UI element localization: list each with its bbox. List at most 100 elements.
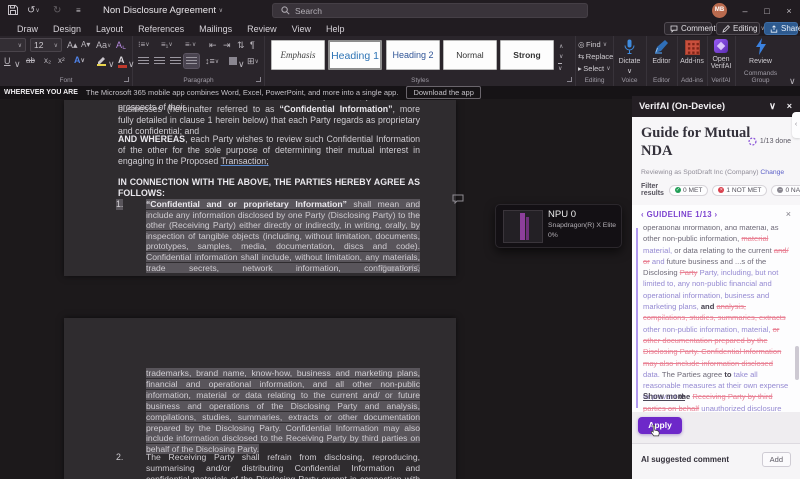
change-link[interactable]: Change [760,169,784,176]
verifai-panel-header: VerifAI (On-Device) ∨ × [632,96,800,117]
sort-icon[interactable]: ⇅ [237,40,245,50]
minimize-button[interactable]: – [734,0,756,22]
npu-monitor-flyout: NPU 0 Snapdragon(R) X Elite 0% [495,204,622,248]
redo-icon[interactable]: ↻ [53,0,61,22]
guideline-next-icon[interactable]: › [712,210,718,219]
tab-view[interactable]: View [292,22,311,36]
replace-button[interactable]: ⇆ Replace [578,52,613,62]
doc-list-item-2: The Receiving Party shall refrain from d… [146,452,420,479]
styles-gallery-down-icon[interactable]: ∨ [559,52,563,62]
ribbon-group-font: ∨ 12∨ A▴ A▾ Aa∨ A⌞ U ∨ ab x₂ x² A∨ ∨ A ∨… [0,36,133,86]
style-heading1[interactable]: Heading 1 [328,40,382,70]
font-size-combo[interactable]: 12∨ [30,38,62,52]
share-button[interactable]: Share [764,22,798,35]
increase-indent-icon[interactable]: ⇥ [223,40,231,50]
margin-comment-icon[interactable] [452,194,464,204]
add-comment-button[interactable]: Add [762,452,791,467]
share-icon [770,25,778,33]
superscript-icon[interactable]: x² [58,56,65,66]
clear-formatting-icon[interactable]: A⌞ [116,40,126,50]
close-button[interactable]: × [778,0,800,22]
ai-comment-footer: AI suggested comment Add [632,443,800,479]
comments-button[interactable]: Comments [664,22,712,35]
doc-paragraph-3: IN CONNECTION WITH THE ABOVE, THE PARTIE… [118,177,420,199]
ribbon-group-styles: Emphasis Heading 1 Heading 2 Normal Stro… [265,36,576,86]
borders-icon[interactable]: ⊞∨ [247,56,259,67]
font-name-combo[interactable]: ∨ [0,38,26,52]
tab-mailings[interactable]: Mailings [199,22,232,36]
justify-icon[interactable] [184,54,199,68]
guide-progress: 1/13 done [748,137,791,146]
tab-draw[interactable]: Draw [17,22,38,36]
addins-icon[interactable] [685,40,700,55]
numbering-icon[interactable]: ≡₁∨ [161,40,173,50]
bullets-icon[interactable]: ⁝≡∨ [138,40,150,50]
underline-chevron-icon[interactable]: ∨ [14,59,21,69]
ribbon-group-verifai: Open VerifAI VerifAI [707,36,736,86]
text-effects-icon[interactable]: A∨ [74,55,85,66]
filter-na[interactable]: –0 NA [771,185,800,196]
paragraph-dialog-launcher[interactable] [256,77,261,82]
strikethrough-icon[interactable]: ab [26,56,35,66]
filter-met[interactable]: ✓0 MET [669,185,708,196]
align-center-icon[interactable] [154,57,165,65]
panel-scrollbar[interactable] [795,346,799,380]
tab-review[interactable]: Review [247,22,277,36]
save-icon[interactable] [7,4,19,16]
line-spacing-icon[interactable]: ↕≡∨ [205,56,219,67]
styles-dialog-launcher[interactable] [567,77,572,82]
underline-icon[interactable]: U [4,56,11,66]
pilcrow-icon[interactable]: ¶ [250,40,255,50]
document-title[interactable]: Non Disclosure Agreement ∨ [103,0,223,22]
page-1[interactable]: such other business assets, internal doc… [64,100,456,276]
decrease-indent-icon[interactable]: ⇤ [209,40,217,50]
find-button[interactable]: ◎ Find ∨ [578,40,607,50]
editing-mode-button[interactable]: Editing∨ [716,22,760,35]
editor-icon[interactable] [654,39,669,54]
tab-layout[interactable]: Layout [96,22,123,36]
panel-side-collapse-tab[interactable]: ‹ [792,112,800,138]
page-2[interactable]: trademarks, brand name, know-how, busine… [64,318,456,479]
undo-icon[interactable]: ↺∨ [27,0,40,22]
shading-icon[interactable] [229,57,237,65]
styles-gallery-up-icon[interactable]: ∧ [559,42,563,52]
ai-comment-label: AI suggested comment [641,455,729,464]
filter-not-met[interactable]: ×1 NOT MET [712,185,767,196]
met-check-icon: ✓ [675,187,681,193]
guideline-diff-text: operational information, and material, a… [643,226,790,412]
styles-gallery-more-icon[interactable]: ∨ [558,63,562,74]
customize-quick-access-icon[interactable]: ≡ [76,0,81,22]
align-left-icon[interactable] [138,57,149,65]
shrink-font-icon[interactable]: A▾ [81,40,90,50]
subscript-icon[interactable]: x₂ [44,56,51,66]
align-right-icon[interactable] [170,57,181,65]
multilevel-list-icon[interactable]: ≡∙∨ [185,40,196,50]
show-more-link[interactable]: Show more [643,392,685,401]
style-emphasis[interactable]: Emphasis [271,40,325,70]
select-button[interactable]: ▸ Select ∨ [578,64,611,74]
collapse-ribbon-icon[interactable]: ∨ [789,76,796,86]
document-canvas[interactable]: such other business assets, internal doc… [0,99,632,479]
style-heading2[interactable]: Heading 2 [386,40,440,70]
style-strong[interactable]: Strong [500,40,554,70]
guideline-close-icon[interactable]: × [786,209,791,219]
change-case-icon[interactable]: Aa∨ [96,40,111,51]
tab-references[interactable]: References [138,22,184,36]
avatar[interactable]: MB [712,3,727,18]
open-verifai-icon[interactable] [714,39,728,53]
maximize-button[interactable]: □ [756,0,778,22]
download-app-button[interactable]: Download the app [406,86,480,99]
guideline-content[interactable]: operational information, and material, a… [632,226,800,412]
style-normal[interactable]: Normal [443,40,497,70]
grow-font-icon[interactable]: A▴ [67,40,78,50]
dictate-icon[interactable] [624,39,635,55]
tab-design[interactable]: Design [53,22,81,36]
panel-collapse-icon[interactable]: ∨ [769,96,776,117]
font-color-icon[interactable]: A [118,55,127,68]
tab-help[interactable]: Help [326,22,345,36]
review-bolt-icon[interactable] [755,38,767,55]
highlight-color-icon[interactable] [96,56,107,66]
font-dialog-launcher[interactable] [124,77,129,82]
progress-ring-icon [748,137,757,146]
search-input[interactable]: Search [272,3,588,18]
